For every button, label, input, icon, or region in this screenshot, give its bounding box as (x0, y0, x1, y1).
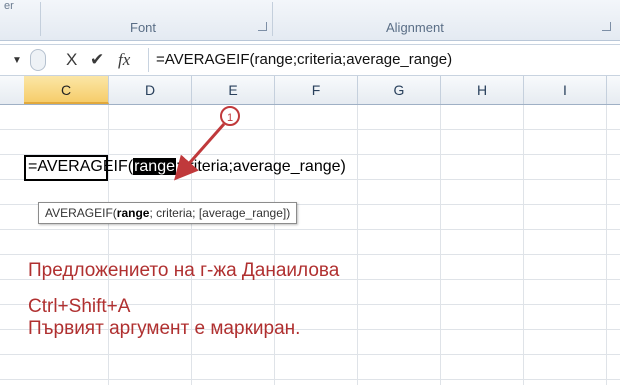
note-line-2: Ctrl+Shift+A (28, 296, 131, 317)
note-line-1: Предложението на г-жа Данаилова (28, 260, 340, 281)
note-line-3: Първият аргумент е маркиран. (28, 318, 301, 339)
annotation-number-badge: 1 (220, 106, 240, 126)
